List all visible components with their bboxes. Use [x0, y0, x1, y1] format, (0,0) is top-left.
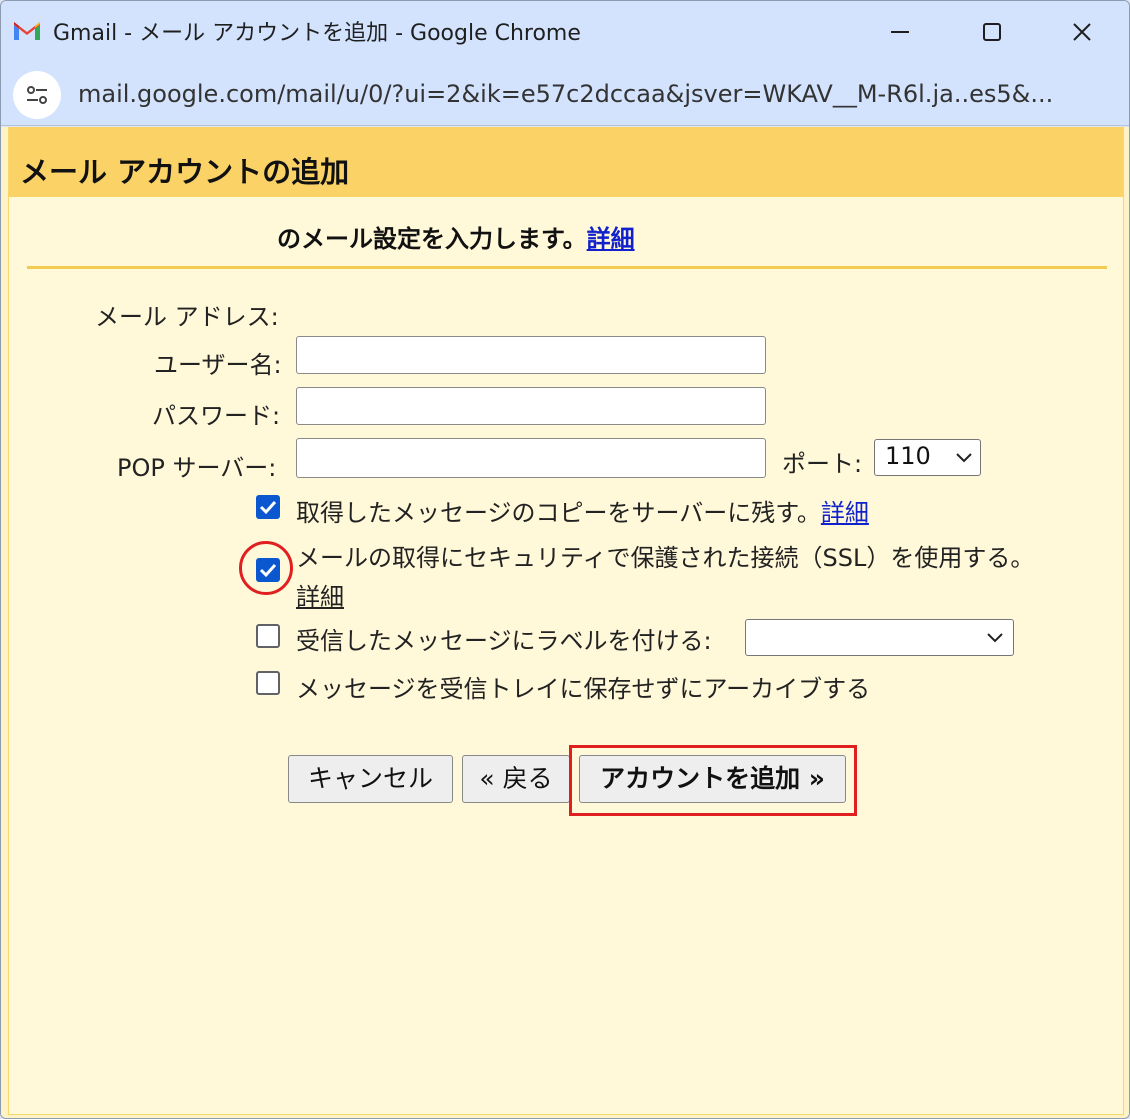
port-label: ポート:: [782, 450, 863, 478]
window-title: Gmail - メール アカウントを追加 - Google Chrome: [53, 21, 581, 46]
title-bar: Gmail - メール アカウントを追加 - Google Chrome: [1, 1, 1129, 63]
intro-details-link[interactable]: 詳細: [587, 225, 635, 253]
archive-checkbox[interactable]: [256, 671, 280, 695]
ssl-option: メールの取得にセキュリティで保護された接続（SSL）を使用する。: [296, 544, 1035, 572]
dialog-header: メール アカウントの追加: [9, 127, 1123, 197]
label-messages-option: 受信したメッセージにラベルを付ける:: [296, 627, 712, 655]
gmail-icon: [14, 22, 40, 40]
port-select[interactable]: 110: [874, 439, 981, 476]
url-field[interactable]: mail.google.com/mail/u/0/?ui=2&ik=e57c2d…: [78, 80, 1088, 108]
pop-server-label: POP サーバー:: [117, 454, 277, 482]
site-settings-icon: [27, 86, 47, 104]
pop-server-input[interactable]: [296, 438, 766, 478]
highlight-circle: [239, 541, 293, 595]
leave-copy-label: 取得したメッセージのコピーをサーバーに残す。: [296, 499, 821, 527]
chevron-down-icon: [956, 453, 972, 463]
divider: [27, 266, 1107, 269]
label-select[interactable]: [745, 619, 1014, 656]
password-label: パスワード:: [152, 402, 281, 430]
close-icon: [1073, 23, 1091, 41]
leave-copy-checkbox[interactable]: [256, 495, 280, 519]
minimize-icon: [891, 31, 909, 33]
leave-copy-details-link[interactable]: 詳細: [821, 499, 869, 527]
port-value: 110: [885, 442, 931, 470]
intro-label: のメール設定を入力します。: [277, 225, 587, 253]
label-messages-checkbox[interactable]: [256, 624, 280, 648]
username-label: ユーザー名:: [154, 351, 282, 379]
dialog-panel: メール アカウントの追加 のメール設定を入力します。詳細 メール アドレス: ユ…: [8, 127, 1124, 1115]
maximize-button[interactable]: [969, 13, 1015, 51]
address-bar: mail.google.com/mail/u/0/?ui=2&ik=e57c2d…: [1, 63, 1129, 126]
site-settings-button[interactable]: [13, 71, 61, 119]
chevron-down-icon: [987, 633, 1003, 643]
ssl-details-link[interactable]: 詳細: [296, 577, 344, 612]
back-button[interactable]: « 戻る: [462, 755, 570, 803]
maximize-icon: [983, 23, 1001, 41]
leave-copy-option: 取得したメッセージのコピーをサーバーに残す。詳細: [296, 493, 869, 528]
username-input[interactable]: [296, 336, 766, 374]
archive-option: メッセージを受信トレイに保存せずにアーカイブする: [296, 675, 871, 703]
email-label: メール アドレス:: [95, 303, 279, 331]
close-button[interactable]: [1059, 13, 1105, 51]
password-input[interactable]: [296, 387, 766, 425]
page-content: メール アカウントの追加 のメール設定を入力します。詳細 メール アドレス: ユ…: [1, 127, 1129, 1118]
check-icon: [259, 500, 277, 515]
cancel-button[interactable]: キャンセル: [288, 755, 453, 803]
browser-window: Gmail - メール アカウントを追加 - Google Chrome mai…: [0, 0, 1130, 1119]
highlight-rectangle: [569, 745, 857, 816]
dialog-title: メール アカウントの追加: [20, 155, 350, 189]
minimize-button[interactable]: [877, 13, 923, 51]
intro-text: のメール設定を入力します。詳細: [277, 219, 635, 254]
